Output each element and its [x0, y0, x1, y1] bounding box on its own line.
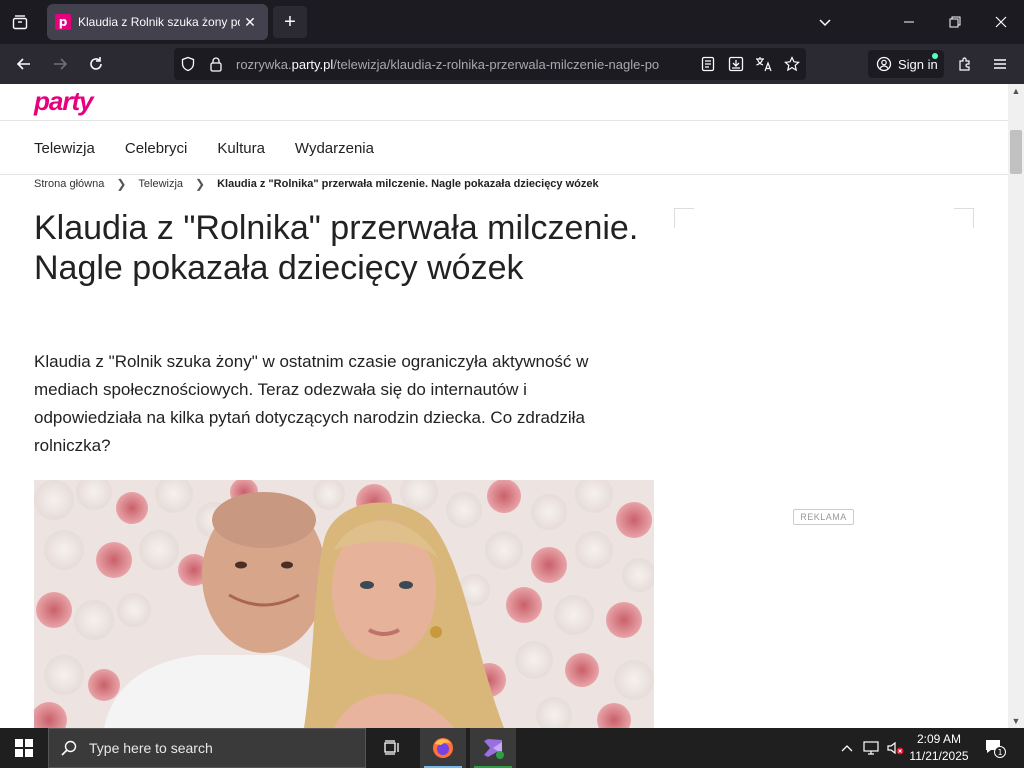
divider: [0, 120, 1008, 121]
reload-icon: [90, 57, 102, 70]
notification-center-button[interactable]: 1: [980, 728, 1010, 768]
web-page: party Telewizja Celebryci Kultura Wydarz…: [0, 84, 1008, 728]
article-headline: Klaudia z "Rolnika" przerwała milczenie.…: [34, 209, 639, 287]
ad-placeholder: [674, 208, 974, 228]
system-clock[interactable]: 2:09 AM 11/21/2025: [904, 731, 974, 765]
search-placeholder: Type here to search: [89, 740, 213, 756]
menu-item-celebryci[interactable]: Celebryci: [125, 140, 188, 157]
hamburger-icon: [994, 59, 1006, 69]
breadcrumb: Strona główna ❯ Telewizja ❯ Klaudia z "R…: [34, 177, 599, 191]
minimize-button[interactable]: [886, 0, 932, 44]
taskbar-visual-studio[interactable]: [470, 728, 516, 768]
page-scrollbar[interactable]: ▲ ▼: [1008, 84, 1024, 728]
back-button[interactable]: [10, 50, 38, 78]
visual-studio-icon: [484, 739, 504, 759]
translate-icon[interactable]: [750, 56, 778, 72]
reader-view-icon[interactable]: [694, 56, 722, 72]
network-icon[interactable]: [860, 728, 882, 768]
forward-button[interactable]: [46, 50, 74, 78]
app-menu-button[interactable]: [986, 50, 1014, 78]
notification-count: 1: [997, 748, 1002, 757]
sign-in-label: Sign in: [898, 56, 938, 72]
clock-time: 2:09 AM: [916, 732, 962, 746]
list-all-tabs-button[interactable]: [6, 8, 34, 36]
extensions-button[interactable]: [951, 50, 979, 78]
taskbar: Type here to search 2:09 AM 11/21/2025 1: [0, 728, 1024, 768]
browser-tab[interactable]: p Klaudia z Rolnik szuka żony pok ✕: [47, 4, 268, 40]
back-arrow-icon: [16, 58, 30, 70]
article-photo[interactable]: [34, 480, 654, 728]
taskbar-search[interactable]: Type here to search: [48, 728, 366, 768]
task-view-icon: [384, 740, 399, 755]
restore-button[interactable]: [932, 0, 978, 44]
bookmark-star-icon[interactable]: [778, 56, 806, 72]
show-hidden-icons-icon[interactable]: [838, 728, 856, 768]
chevron-right-icon: ❯: [195, 177, 206, 191]
firefox-icon: [433, 738, 453, 758]
puzzle-icon: [959, 57, 970, 71]
account-icon: [876, 56, 892, 72]
ad-label: REKLAMA: [793, 509, 854, 525]
windows-logo-icon: [15, 739, 33, 757]
notification-dot: [932, 53, 938, 59]
address-bar[interactable]: rozrywka.party.pl/telewizja/klaudia-z-ro…: [174, 48, 806, 80]
notifications-icon: 1: [986, 740, 1006, 758]
article-lead: Klaudia z "Rolnik szuka żony" w ostatnim…: [34, 352, 589, 455]
new-tab-button[interactable]: +: [273, 6, 307, 38]
tab-title: Klaudia z Rolnik szuka żony pok: [78, 15, 240, 29]
forward-arrow-icon: [54, 58, 68, 70]
lock-icon[interactable]: [202, 56, 230, 72]
tabs-list-icon: [12, 15, 28, 30]
site-menu: Telewizja Celebryci Kultura Wydarzenia: [34, 140, 374, 157]
reload-button[interactable]: [82, 50, 110, 78]
couple-photo-image: [34, 480, 654, 728]
clock-date: 11/21/2025: [909, 749, 969, 763]
site-favicon-icon: p: [55, 14, 71, 30]
volume-muted-icon[interactable]: [884, 728, 906, 768]
menu-item-kultura[interactable]: Kultura: [217, 140, 265, 157]
task-view-button[interactable]: [369, 728, 415, 768]
menu-item-wydarzenia[interactable]: Wydarzenia: [295, 140, 374, 157]
breadcrumb-home[interactable]: Strona główna: [34, 178, 104, 190]
divider: [0, 174, 1008, 175]
scroll-down-icon[interactable]: ▼: [1008, 714, 1024, 728]
close-tab-icon[interactable]: ✕: [240, 14, 260, 31]
sign-in-button[interactable]: Sign in: [868, 50, 944, 78]
breadcrumb-current: Klaudia z "Rolnika" przerwała milczenie.…: [217, 178, 599, 190]
tab-overflow-chevron-icon[interactable]: [802, 0, 848, 44]
chevron-right-icon: ❯: [116, 177, 127, 191]
menu-item-telewizja[interactable]: Telewizja: [34, 140, 95, 157]
start-button[interactable]: [0, 728, 48, 768]
search-icon: [61, 740, 77, 756]
scrollbar-thumb[interactable]: [1010, 130, 1022, 174]
url-text[interactable]: rozrywka.party.pl/telewizja/klaudia-z-ro…: [230, 57, 694, 72]
scroll-up-icon[interactable]: ▲: [1008, 84, 1024, 98]
navigation-toolbar: rozrywka.party.pl/telewizja/klaudia-z-ro…: [0, 44, 1024, 84]
taskbar-firefox[interactable]: [420, 728, 466, 768]
tracking-protection-shield-icon[interactable]: [174, 56, 202, 72]
save-to-pocket-icon[interactable]: [722, 56, 750, 72]
close-window-button[interactable]: [978, 0, 1024, 44]
site-logo[interactable]: party: [34, 86, 94, 117]
breadcrumb-section[interactable]: Telewizja: [138, 178, 183, 190]
tab-strip: p Klaudia z Rolnik szuka żony pok ✕ +: [0, 0, 1024, 44]
